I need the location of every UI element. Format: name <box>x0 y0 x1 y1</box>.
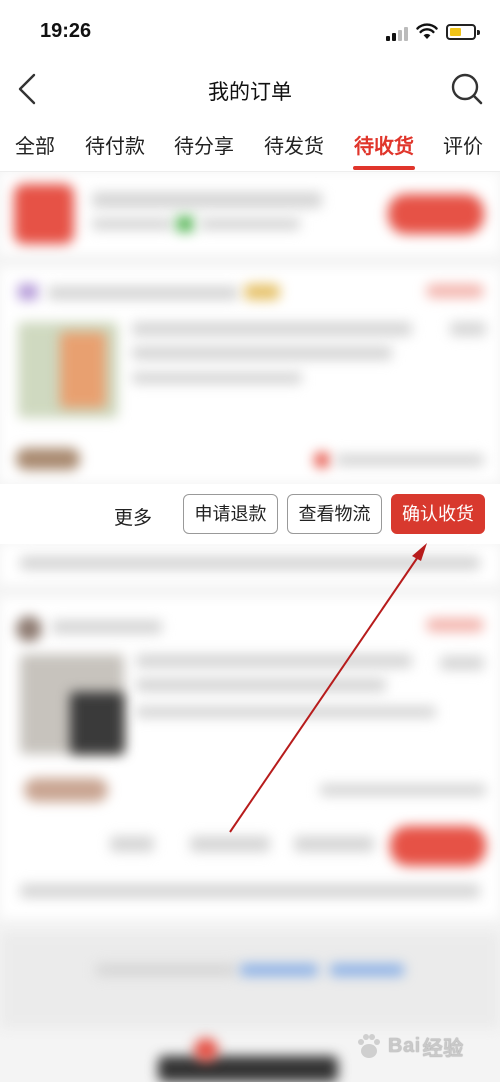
search-icon[interactable] <box>450 72 484 106</box>
watermark-brand-cn: 经验 <box>422 1037 464 1060</box>
cellular-signal-icon <box>386 27 410 41</box>
tab-all[interactable]: 全部 <box>15 130 55 159</box>
tab-pending-payment[interactable]: 待付款 <box>85 130 145 159</box>
paw-logo-icon <box>358 1034 380 1058</box>
wifi-icon <box>416 23 438 39</box>
active-tab-indicator <box>353 166 415 170</box>
refund-button[interactable]: 申请退款 <box>183 494 278 534</box>
view-logistics-button[interactable]: 查看物流 <box>287 494 382 534</box>
battery-icon <box>446 24 480 40</box>
order-action-bar: 更多 申请退款 查看物流 确认收货 <box>0 484 500 544</box>
status-time: 19:26 <box>40 20 92 42</box>
nav-bar: 我的订单 <box>0 62 500 118</box>
tab-pending-share[interactable]: 待分享 <box>174 130 234 159</box>
status-bar: 19:26 <box>0 0 500 62</box>
confirm-receipt-button[interactable]: 确认收货 <box>391 494 485 534</box>
tab-review[interactable]: 评价 <box>443 130 483 159</box>
tab-pending-shipment[interactable]: 待发货 <box>264 130 324 159</box>
more-button[interactable]: 更多 <box>114 503 152 530</box>
watermark-brand: Bai <box>388 1034 421 1057</box>
order-list-blurred <box>0 172 500 1082</box>
baidu-jingyan-watermark: Bai 经验 <box>354 1026 464 1066</box>
page-title: 我的订单 <box>208 81 292 104</box>
tab-pending-receipt[interactable]: 待收货 <box>354 130 414 159</box>
order-status-tabs: 全部 待付款 待分享 待发货 待收货 评价 <box>0 118 500 172</box>
